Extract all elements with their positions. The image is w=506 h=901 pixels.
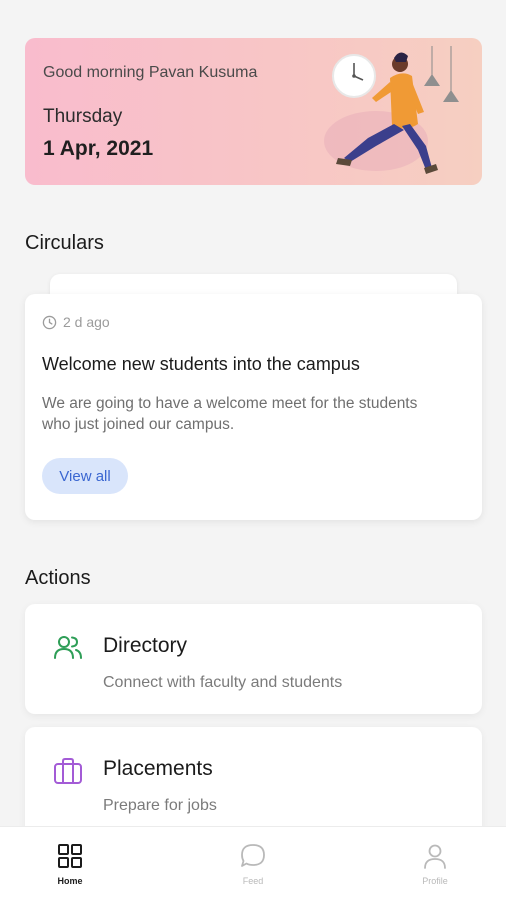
placements-title: Placements — [103, 757, 213, 780]
running-person-clock-illustration — [324, 46, 459, 174]
circular-card[interactable]: 2 d ago Welcome new students into the ca… — [25, 294, 482, 520]
view-all-button[interactable]: View all — [42, 458, 128, 494]
placements-action-card[interactable]: Placements Prepare for jobs — [25, 727, 482, 837]
circulars-heading: Circulars — [25, 232, 104, 254]
circular-title: Welcome new students into the campus — [42, 354, 360, 374]
day-text: Thursday — [43, 106, 123, 127]
users-icon — [54, 636, 82, 659]
nav-home-label: Home — [57, 876, 83, 886]
nav-home[interactable]: Home — [35, 841, 105, 886]
person-icon — [424, 844, 446, 869]
directory-action-card[interactable]: Directory Connect with faculty and stude… — [25, 604, 482, 714]
briefcase-icon — [54, 758, 82, 784]
clock-icon — [42, 315, 57, 329]
greeting-card: Good morning Pavan Kusuma Thursday 1 Apr… — [25, 38, 482, 185]
bottom-navigation-bar: Home Feed Profile — [0, 826, 506, 901]
nav-feed[interactable]: Feed — [218, 841, 288, 886]
greeting-text: Good morning Pavan Kusuma — [43, 64, 258, 81]
grid-icon — [58, 844, 82, 868]
placements-subtitle: Prepare for jobs — [103, 797, 217, 814]
nav-feed-label: Feed — [242, 876, 264, 886]
circular-body: We are going to have a welcome meet for … — [42, 395, 418, 433]
actions-heading: Actions — [25, 567, 91, 589]
nav-profile[interactable]: Profile — [400, 841, 470, 886]
nav-profile-label: Profile — [422, 876, 448, 886]
directory-title: Directory — [103, 634, 188, 657]
circular-timestamp: 2 d ago — [42, 314, 110, 330]
directory-subtitle: Connect with faculty and students — [103, 674, 343, 691]
chat-bubble-icon — [241, 844, 265, 867]
date-text: 1 Apr, 2021 — [43, 137, 154, 160]
time-ago-text: 2 d ago — [63, 314, 110, 330]
